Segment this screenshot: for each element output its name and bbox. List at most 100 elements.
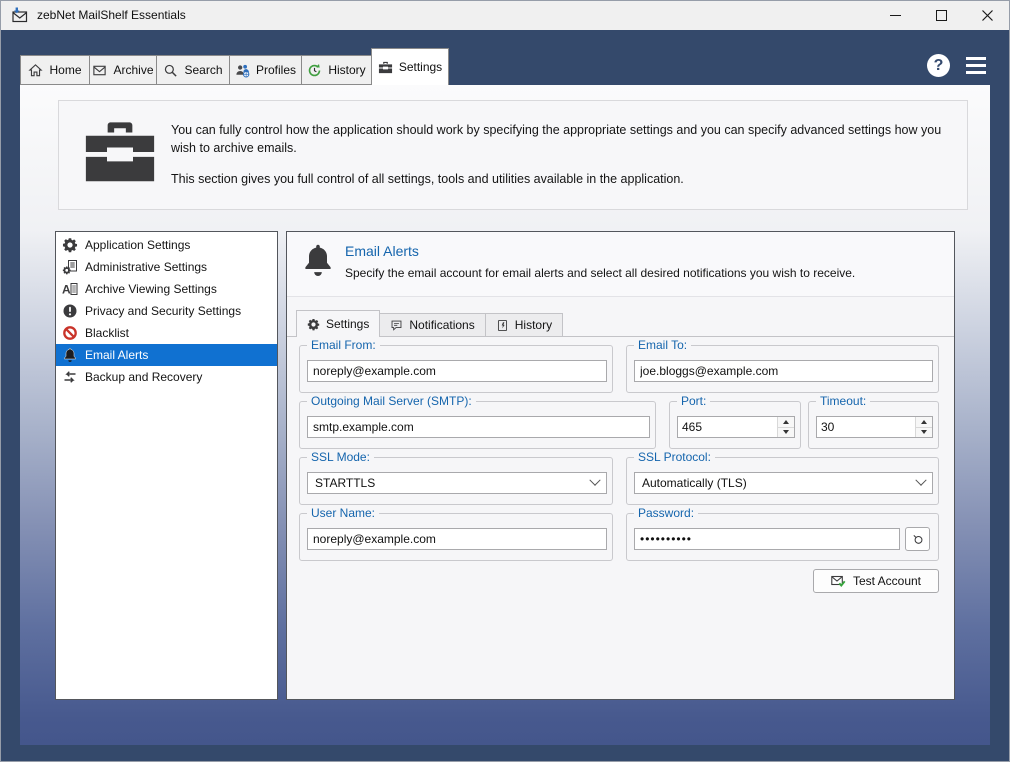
port-spinner — [777, 417, 794, 437]
gear-icon — [307, 318, 320, 330]
main-tab-bar: Home Archive Search Profiles History Set… — [20, 48, 449, 85]
ssl-protocol-select[interactable]: Automatically (TLS) — [634, 472, 933, 494]
sidebar-item-label: Administrative Settings — [85, 260, 208, 274]
panel-title: Email Alerts — [345, 243, 419, 259]
close-icon — [981, 9, 993, 21]
user-name-group: User Name: — [299, 506, 613, 561]
tab-history[interactable]: History — [301, 55, 372, 85]
ssl-protocol-group: SSL Protocol: Automatically (TLS) — [626, 450, 939, 505]
email-to-group: Email To: — [626, 338, 939, 393]
subtab-label: Settings — [326, 317, 370, 331]
sidebar-item-application-settings[interactable]: Application Settings — [56, 234, 277, 256]
envelope-icon — [93, 65, 107, 75]
toolbox-icon — [378, 61, 392, 73]
journal-icon — [497, 319, 507, 331]
subtab-notifications[interactable]: Notifications — [379, 313, 486, 337]
port-spin-up-button[interactable] — [778, 417, 794, 427]
reveal-password-button[interactable] — [905, 527, 930, 551]
maximize-icon — [935, 9, 947, 21]
menu-icon[interactable] — [966, 56, 986, 75]
sidebar-item-archive-viewing-settings[interactable]: A Archive Viewing Settings — [56, 278, 277, 300]
timeout-label: Timeout: — [816, 394, 871, 408]
smtp-server-input[interactable] — [307, 416, 650, 438]
close-button[interactable] — [964, 0, 1010, 30]
tab-home[interactable]: Home — [20, 55, 90, 85]
tab-archive[interactable]: Archive — [89, 55, 157, 85]
ssl-mode-select[interactable]: STARTTLS — [307, 472, 607, 494]
sidebar-item-email-alerts[interactable]: Email Alerts — [56, 344, 277, 366]
minimize-button[interactable] — [872, 0, 918, 30]
port-label: Port: — [677, 394, 711, 408]
svg-text:A: A — [62, 283, 71, 297]
history-icon — [309, 63, 321, 76]
tab-label: History — [328, 63, 366, 77]
subtab-bar: Settings Notifications History — [296, 310, 564, 337]
ssl-mode-value: STARTTLS — [315, 476, 376, 490]
port-spin-down-button[interactable] — [778, 426, 794, 437]
user-name-input[interactable] — [307, 528, 607, 550]
test-mail-icon — [831, 575, 846, 587]
sidebar-item-label: Privacy and Security Settings — [85, 304, 242, 318]
email-from-label: Email From: — [307, 338, 380, 352]
tab-settings[interactable]: Settings — [371, 48, 449, 85]
smtp-server-label: Outgoing Mail Server (SMTP): — [307, 394, 476, 408]
timeout-spinner — [915, 417, 932, 437]
intro-line-2: This section gives you full control of a… — [171, 172, 684, 186]
maximize-button[interactable] — [918, 0, 964, 30]
chevron-down-icon — [915, 474, 927, 486]
email-to-input[interactable] — [634, 360, 933, 382]
settings-category-list: Application Settings Administrative Sett… — [55, 231, 278, 700]
password-group: Password: — [626, 506, 939, 561]
gear-icon — [62, 238, 78, 253]
user-name-label: User Name: — [307, 506, 380, 520]
sidebar-item-label: Backup and Recovery — [85, 370, 203, 384]
intro-text: You can fully control how the applicatio… — [171, 121, 951, 201]
arrow-up-icon — [921, 419, 927, 424]
smtp-server-group: Outgoing Mail Server (SMTP): — [299, 394, 656, 449]
subtab-label: History — [514, 318, 553, 332]
sidebar-item-backup-recovery[interactable]: Backup and Recovery — [56, 366, 277, 388]
test-account-button[interactable]: Test Account — [813, 569, 939, 593]
timeout-group: Timeout: — [808, 394, 939, 449]
tab-search[interactable]: Search — [156, 55, 230, 85]
port-input[interactable] — [678, 417, 777, 437]
sidebar-item-label: Email Alerts — [85, 348, 149, 362]
email-from-input[interactable] — [307, 360, 607, 382]
subtab-label: Notifications — [409, 318, 475, 332]
eye-icon — [912, 534, 922, 544]
help-icon[interactable]: ? — [927, 54, 950, 77]
intro-line-1: You can fully control how the applicatio… — [171, 123, 942, 155]
ssl-mode-label: SSL Mode: — [307, 450, 374, 464]
email-from-group: Email From: — [299, 338, 613, 393]
search-icon — [165, 64, 178, 77]
tab-profiles[interactable]: Profiles — [229, 55, 302, 85]
panel-header: Email Alerts Specify the email account f… — [287, 232, 954, 297]
profiles-icon — [236, 64, 250, 77]
minimize-icon — [889, 14, 901, 16]
port-group: Port: — [669, 394, 801, 449]
speech-bubble-icon — [391, 320, 402, 331]
chevron-down-icon — [589, 474, 601, 486]
subtab-settings[interactable]: Settings — [296, 310, 381, 337]
subtab-history[interactable]: History — [484, 313, 564, 337]
password-input[interactable] — [634, 528, 900, 550]
toolbox-large-icon — [85, 122, 155, 182]
timeout-spin-down-button[interactable] — [916, 426, 932, 437]
panel-subtitle: Specify the email account for email aler… — [345, 266, 856, 280]
admin-gears-icon — [62, 260, 77, 275]
sidebar-item-blacklist[interactable]: Blacklist — [56, 322, 277, 344]
bell-large-icon — [305, 244, 331, 276]
timeout-spin-up-button[interactable] — [916, 417, 932, 427]
archive-viewing-icon: A — [62, 283, 78, 297]
ssl-protocol-value: Automatically (TLS) — [642, 476, 747, 490]
intro-box: You can fully control how the applicatio… — [58, 100, 968, 210]
tab-label: Archive — [113, 63, 154, 77]
title-bar: zebNet MailShelf Essentials — [0, 0, 1010, 30]
topbar-actions: ? — [927, 54, 986, 77]
email-alerts-panel: Email Alerts Specify the email account f… — [286, 231, 955, 700]
timeout-input[interactable] — [817, 417, 915, 437]
sidebar-item-privacy-security-settings[interactable]: Privacy and Security Settings — [56, 300, 277, 322]
main-panel: You can fully control how the applicatio… — [20, 85, 990, 745]
sidebar-item-administrative-settings[interactable]: Administrative Settings — [56, 256, 277, 278]
sidebar-item-label: Blacklist — [85, 326, 130, 340]
